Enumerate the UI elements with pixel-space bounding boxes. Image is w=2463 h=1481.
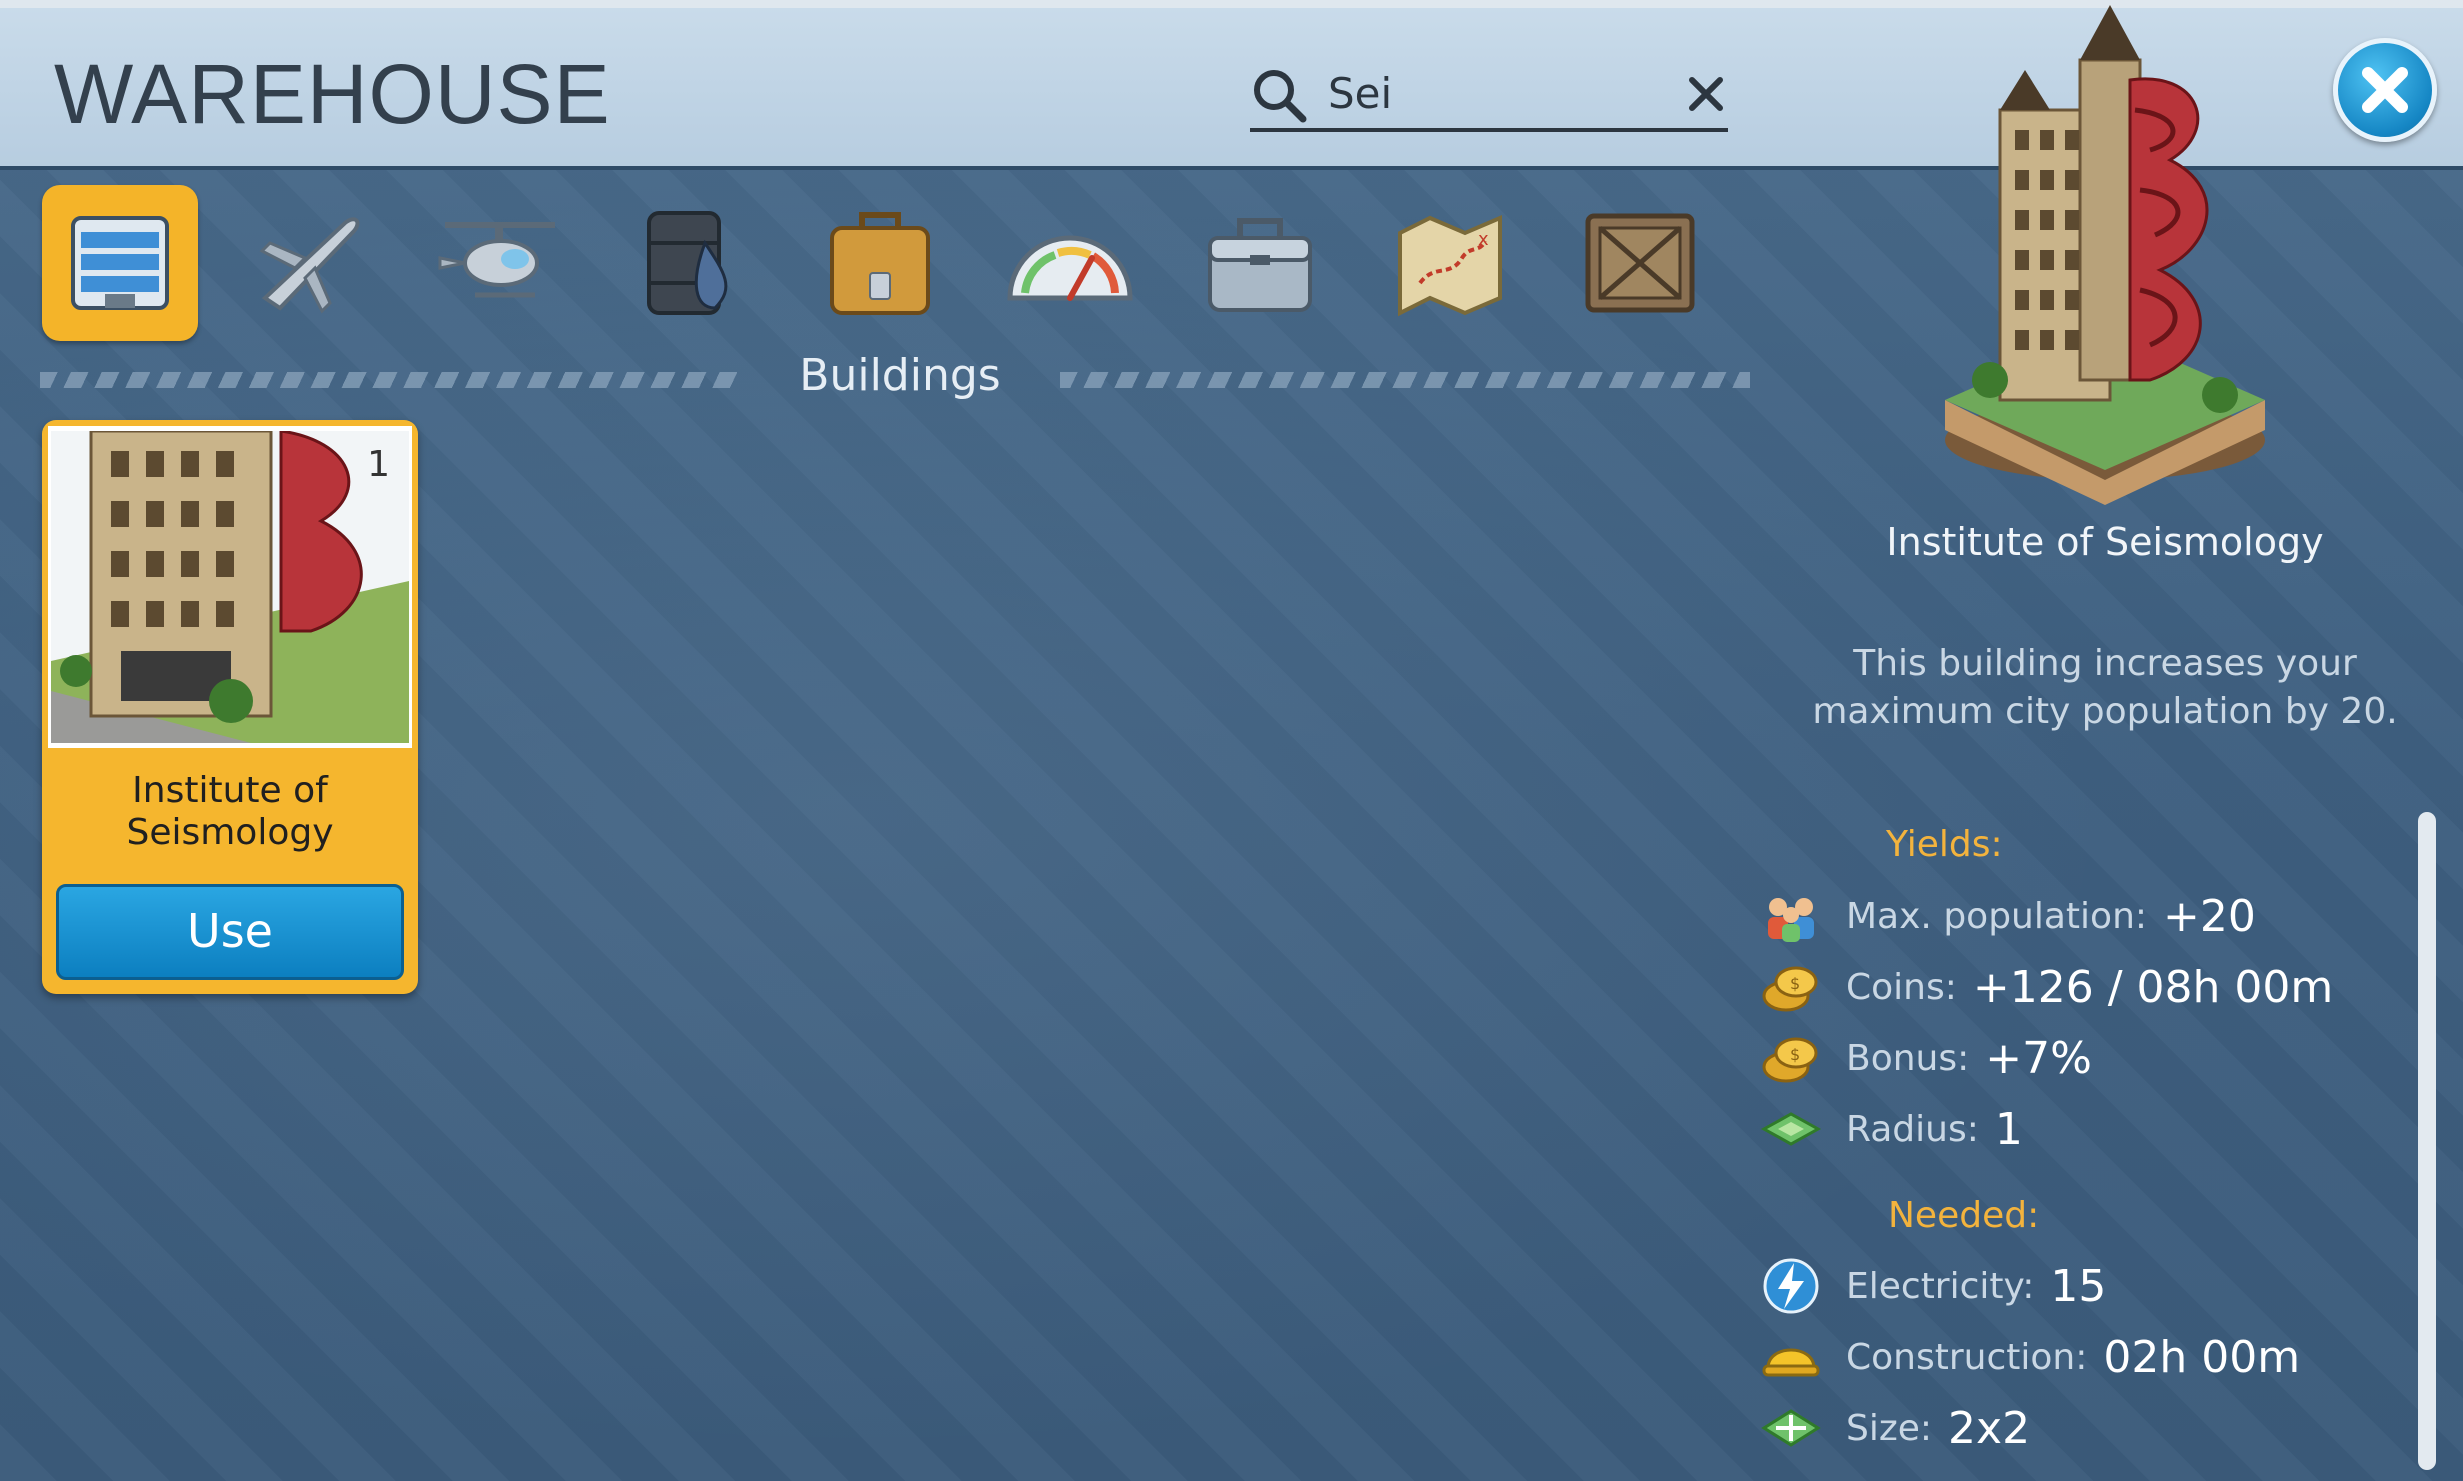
yield-label: Bonus: xyxy=(1846,1037,1970,1079)
search-input[interactable] xyxy=(1326,62,1660,124)
tab-airplanes[interactable] xyxy=(232,185,388,341)
needed-row: Size: 2x2 xyxy=(1760,1398,2030,1458)
item-count: 1 xyxy=(367,444,390,485)
map-icon: x xyxy=(1398,214,1502,317)
category-tabs: x xyxy=(40,185,1740,345)
building-thumbnail-image xyxy=(51,431,409,743)
helicopter-icon xyxy=(438,222,555,298)
yield-label: Max. population: xyxy=(1846,895,2148,937)
tab-crates[interactable] xyxy=(1562,185,1718,341)
item-name: Institute of Seismology xyxy=(126,770,334,853)
oil-barrel-icon xyxy=(647,211,728,315)
yield-value: +7% xyxy=(1985,1032,2092,1084)
needed-label-text: Electricity: xyxy=(1846,1265,2035,1307)
yield-row: $ Bonus: +7% xyxy=(1760,1028,2092,1088)
tab-maps[interactable]: x xyxy=(1372,185,1528,341)
needed-value: 02h 00m xyxy=(2103,1331,2301,1383)
needed-row: Electricity: 15 xyxy=(1760,1256,2106,1316)
close-icon xyxy=(2362,67,2408,113)
close-button[interactable] xyxy=(2333,38,2437,142)
hardhat-icon xyxy=(1762,1348,1820,1377)
yields-label: Yields: xyxy=(1886,824,2003,865)
tab-tools[interactable] xyxy=(1182,185,1338,341)
svg-text:$: $ xyxy=(1790,974,1800,993)
coins-icon: $ xyxy=(1762,1037,1818,1083)
toolbox-icon xyxy=(1208,218,1312,312)
size-icon xyxy=(1761,1409,1821,1447)
item-card[interactable]: 1 Institute of Seismology Use xyxy=(42,420,418,994)
use-button[interactable]: Use xyxy=(56,884,404,980)
tab-buildings[interactable] xyxy=(42,185,198,341)
yield-value: +20 xyxy=(2163,890,2256,942)
tab-resources[interactable] xyxy=(612,185,768,341)
coins-icon: $ xyxy=(1762,966,1818,1012)
tab-items[interactable] xyxy=(802,185,958,341)
population-icon xyxy=(1768,898,1814,942)
building-preview-image xyxy=(1945,5,2265,505)
detail-title: Institute of Seismology xyxy=(1886,520,2324,564)
section-title: Buildings xyxy=(799,350,1001,401)
scrollbar[interactable] xyxy=(2418,812,2436,1470)
yield-label: Radius: xyxy=(1846,1108,1979,1150)
warehouse-window: WAREHOUSE Sei x Buildings 1 Institute of… xyxy=(0,0,2463,1481)
tab-helicopters[interactable] xyxy=(422,185,578,341)
needed-row: Construction: 02h 00m xyxy=(1760,1327,2300,1387)
svg-text:x: x xyxy=(1478,229,1489,250)
section-header: Buildings xyxy=(40,345,1750,405)
yield-row: Max. population: +20 xyxy=(1760,886,2256,946)
yield-label: Coins: xyxy=(1846,966,1957,1008)
building-icon xyxy=(71,216,169,310)
search-box[interactable] xyxy=(1250,56,1728,132)
airplane-icon xyxy=(259,217,360,314)
suitcase-icon xyxy=(830,212,930,315)
crate-icon xyxy=(1585,213,1695,313)
divider xyxy=(1060,372,1750,388)
yield-value: +126 / 08h 00m xyxy=(1972,961,2334,1013)
window-title: WAREHOUSE xyxy=(54,47,611,141)
clear-search-icon[interactable] xyxy=(1686,74,1726,114)
tab-boosts[interactable] xyxy=(992,185,1148,341)
speedometer-icon xyxy=(1007,235,1133,301)
needed-value: 2x2 xyxy=(1948,1402,2031,1454)
detail-description: This building increases your maximum cit… xyxy=(1812,643,2398,732)
item-thumbnail: 1 xyxy=(48,426,412,748)
divider xyxy=(40,372,740,388)
needed-label-text: Construction: xyxy=(1846,1336,2088,1378)
yield-row: $ Coins: +126 / 08h 00m xyxy=(1760,957,2333,1017)
needed-value: 15 xyxy=(2050,1260,2107,1312)
radius-icon xyxy=(1760,1112,1822,1146)
needed-label-text: Size: xyxy=(1846,1407,1933,1449)
search-icon xyxy=(1254,70,1307,123)
electricity-icon xyxy=(1763,1258,1819,1314)
yield-value: 1 xyxy=(1994,1103,2023,1155)
needed-label: Needed: xyxy=(1888,1195,2040,1236)
yield-row: Radius: 1 xyxy=(1760,1099,2023,1159)
svg-text:$: $ xyxy=(1790,1045,1800,1064)
